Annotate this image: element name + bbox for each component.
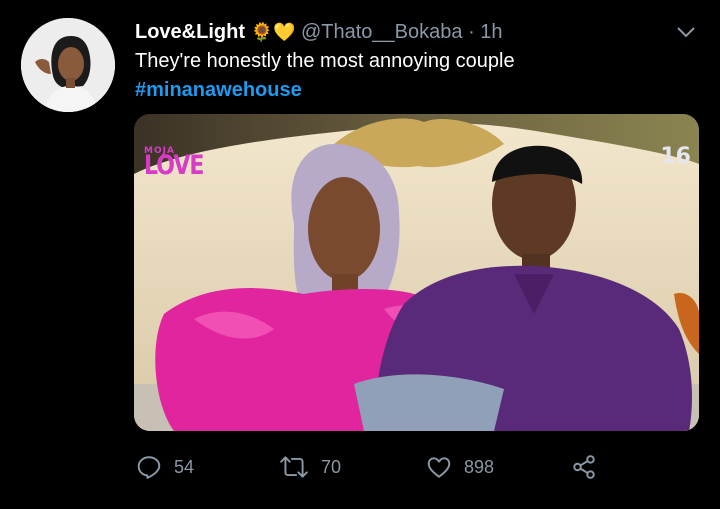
retweet-icon (280, 456, 308, 478)
tweet-header: Love&Light 🌻💛 @Thato__Bokaba · 1h (135, 20, 503, 45)
tweet-actions: 54 70 898 (134, 450, 614, 484)
channel-logo-bottom: LOVE (144, 151, 204, 182)
chevron-down-icon[interactable] (674, 20, 698, 44)
user-avatar[interactable] (21, 18, 115, 112)
user-handle[interactable]: @Thato__Bokaba (301, 21, 463, 43)
like-button[interactable]: 898 (426, 450, 494, 484)
tweet-media-image[interactable]: MOJA LOVE 16 (134, 114, 699, 431)
reply-count: 54 (174, 456, 195, 477)
avatar-photo (21, 18, 115, 112)
display-name[interactable]: Love&Light (135, 21, 245, 43)
retweet-count: 70 (321, 456, 342, 477)
tv-still-image (134, 114, 699, 431)
tweet-text: They're honestly the most annoying coupl… (135, 50, 515, 72)
reply-button[interactable]: 54 (136, 450, 194, 484)
channel-logo: MOJA LOVE (144, 140, 204, 182)
age-rating-badge: 16 (660, 144, 691, 169)
like-count: 898 (464, 456, 495, 477)
tweet-time[interactable]: 1h (480, 21, 502, 43)
hashtag-link[interactable]: #minanawehouse (135, 77, 302, 103)
share-button[interactable] (570, 450, 610, 484)
reply-icon (137, 456, 161, 479)
sunflower-emoji-icon: 🌻 (250, 22, 273, 43)
yellow-heart-emoji-icon: 💛 (272, 22, 296, 43)
heart-icon (427, 457, 451, 478)
separator-dot: · (468, 21, 475, 43)
retweet-button[interactable]: 70 (279, 450, 341, 484)
share-icon (573, 455, 595, 479)
